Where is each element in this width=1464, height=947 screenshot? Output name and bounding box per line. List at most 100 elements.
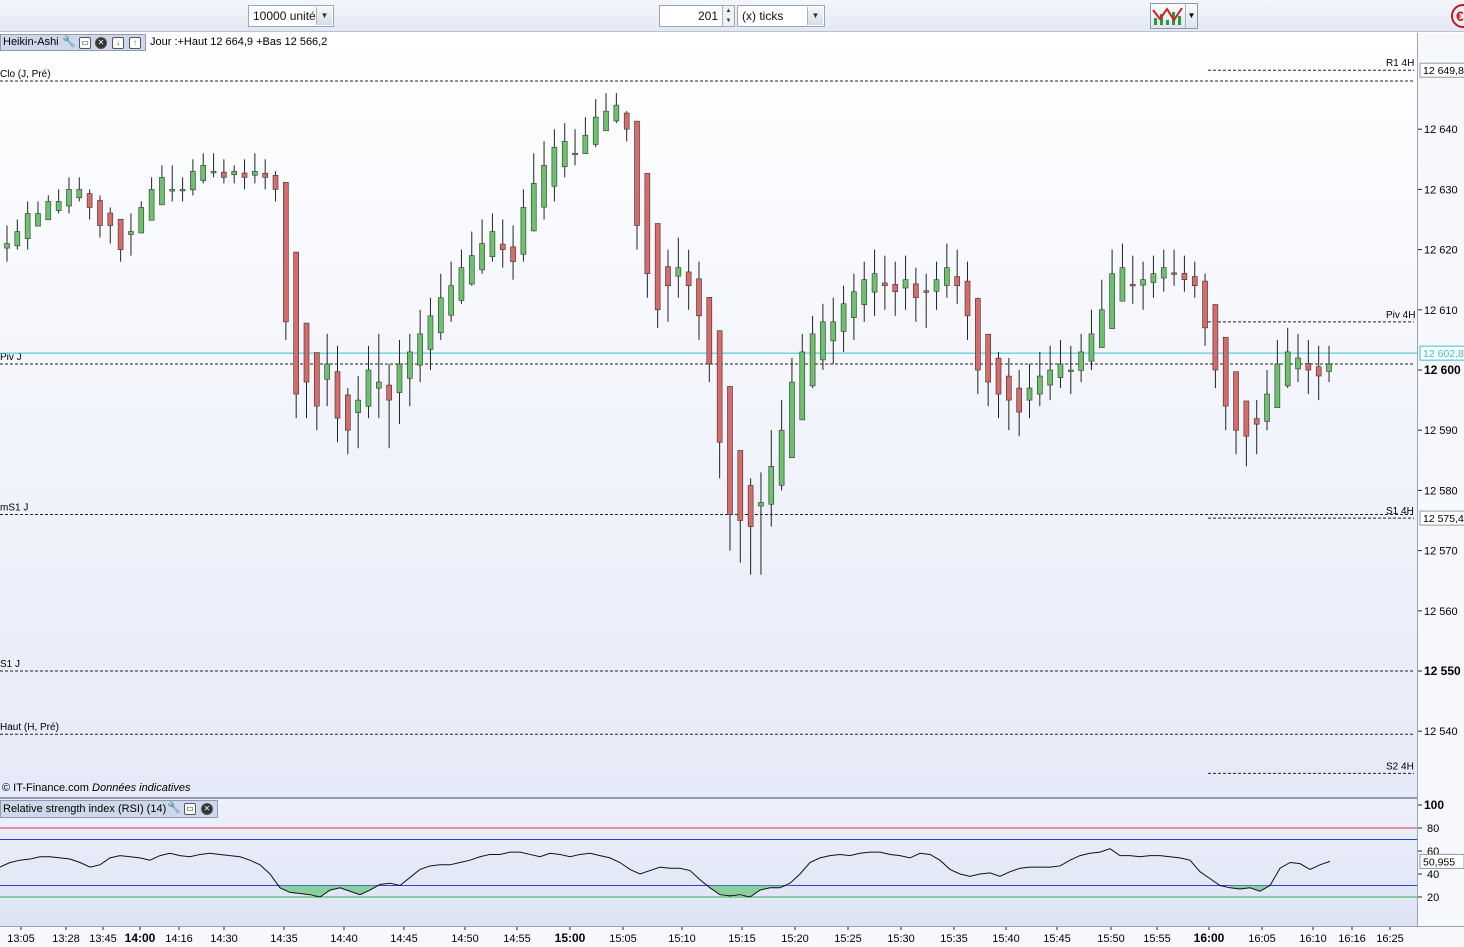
candle-body [851,291,857,318]
chevron-down-icon[interactable]: ▼ [316,7,332,25]
candle-body [190,171,196,191]
x-tick-label: 15:35 [940,933,968,945]
ticks-unit-select[interactable]: (x) ticks ▼ [737,5,825,27]
candle-body [448,285,454,316]
candle-body [706,297,713,365]
candle-body [138,207,145,234]
indicator-name: Heikin-Ashi [3,36,59,48]
indicator-header[interactable]: Heikin-Ashi 🔧 ▭ ✕ ↓ ↑ [0,34,146,51]
candle-body [861,279,868,305]
candle-body [820,321,826,361]
candle-body [520,207,527,255]
candle-body [66,189,72,207]
chart-type-button[interactable]: ▼ [1150,3,1198,29]
candle-body [314,352,320,407]
candle-body [758,502,764,507]
candle-body [644,173,651,274]
price-axis[interactable]: 12 640 12 630 12 620 12 610 12 600 12 590 12 5… [1417,33,1464,926]
candle-body [985,333,991,383]
rsi-header[interactable]: Relative strength index (RSI) (14) 🔧 ▭ ✕ [0,800,218,818]
x-tick-label: 14:50 [451,933,479,945]
move-up-icon[interactable]: ↑ [129,37,141,49]
y-tick-label: 12 590 [1424,425,1458,437]
candle-body [551,146,558,187]
candle-body [283,182,289,323]
window-icon[interactable]: ▭ [79,37,91,49]
candle-body [1222,336,1229,407]
candle-body [799,351,806,421]
x-tick-label: 14:55 [503,933,531,945]
candle-body [964,280,971,317]
candle-body [1150,273,1157,283]
candle-body [1181,272,1188,281]
candle-body [55,201,62,211]
pivot-4h-label: S1 4H [1386,506,1414,517]
x-tick-label: 15:40 [992,933,1020,945]
candle-body [1191,276,1198,287]
candle-body [1140,279,1146,286]
candle-body [1119,267,1126,302]
close-icon[interactable]: ✕ [201,803,213,815]
x-tick-label: 15:50 [1097,933,1125,945]
x-tick-label: 14:40 [330,933,358,945]
rsi-chart-svg[interactable] [0,799,1417,926]
candle-body [427,315,434,350]
candle-body [1202,280,1208,329]
candle-body [871,273,878,293]
x-tick-label: 15:25 [834,933,862,945]
source-label: © IT-Finance.com [2,782,89,794]
move-down-icon[interactable]: ↓ [112,37,124,49]
candle-body [1171,272,1177,275]
candle-body [437,297,444,333]
close-icon[interactable]: ✕ [95,37,107,49]
rsi-oversold-fill [280,885,380,897]
candle-body [1315,366,1322,377]
level-label: Clo (J, Pré) [0,69,51,80]
candle-body [396,363,403,393]
day-range-info: Jour :+Haut 12 664,9 +Bas 12 566,2 [150,36,328,48]
data-source-footer: © IT-Finance.com Données indicatives [2,782,190,794]
wrench-icon[interactable]: 🔧 [167,803,181,815]
rsi-y-tick-label: 80 [1427,823,1439,835]
candle-body [1326,363,1332,372]
y-tick-label: 12 630 [1424,184,1458,196]
price-chart-svg[interactable]: mR1 JClo (J, Pré)Piv JmS1 JS1 JHaut (H, … [0,33,1417,797]
candle-body [169,189,176,192]
candle-body [737,450,744,521]
price-axis-svg: 12 640 12 630 12 620 12 610 12 600 12 590 12 5… [1418,62,1464,904]
window-icon[interactable]: ▭ [184,803,196,815]
candle-body [613,104,620,122]
x-tick-label: 14:16 [165,933,193,945]
ticks-count-input[interactable]: 201 ▲ ▼ [659,5,735,27]
units-select[interactable]: 10000 unités ▼ [248,5,334,27]
candle-body [830,321,837,342]
price-tag-label: 12 575,4 [1423,513,1464,525]
candle-body [789,381,795,459]
candle-body [117,218,124,250]
candle-body [334,371,341,419]
x-tick-label: 16:25 [1376,933,1404,945]
x-tick-label: 16:05 [1248,933,1276,945]
chevron-down-icon[interactable]: ▼ [807,7,823,25]
pivot-4h-label: R1 4H [1386,58,1414,69]
rsi-pane[interactable] [0,799,1417,926]
candle-body [293,251,299,395]
spin-arrows-icon[interactable]: ▲ ▼ [722,6,734,26]
candle-body [727,386,733,515]
rsi-y-tick-label: 40 [1427,869,1439,881]
chevron-down-icon[interactable]: ▼ [1185,4,1197,28]
y-tick-label: 12 560 [1424,606,1458,618]
logo-icon: € [1451,4,1464,28]
time-axis[interactable]: 13:05 13:28 13:45 14:00 14:16 14:30 14:35 14:40… [0,926,1464,947]
candle-body [345,394,351,431]
wrench-icon[interactable]: 🔧 [62,37,76,49]
candle-body [809,333,816,387]
candle-body [654,223,661,311]
candle-body [324,363,330,380]
candle-body [86,193,93,208]
candle-body [561,140,568,168]
price-pane[interactable]: mR1 JClo (J, Pré)Piv JmS1 JS1 JHaut (H, … [0,33,1417,797]
candle-body [592,116,599,145]
candle-body [159,177,165,206]
x-tick-label: 15:00 [555,931,586,945]
